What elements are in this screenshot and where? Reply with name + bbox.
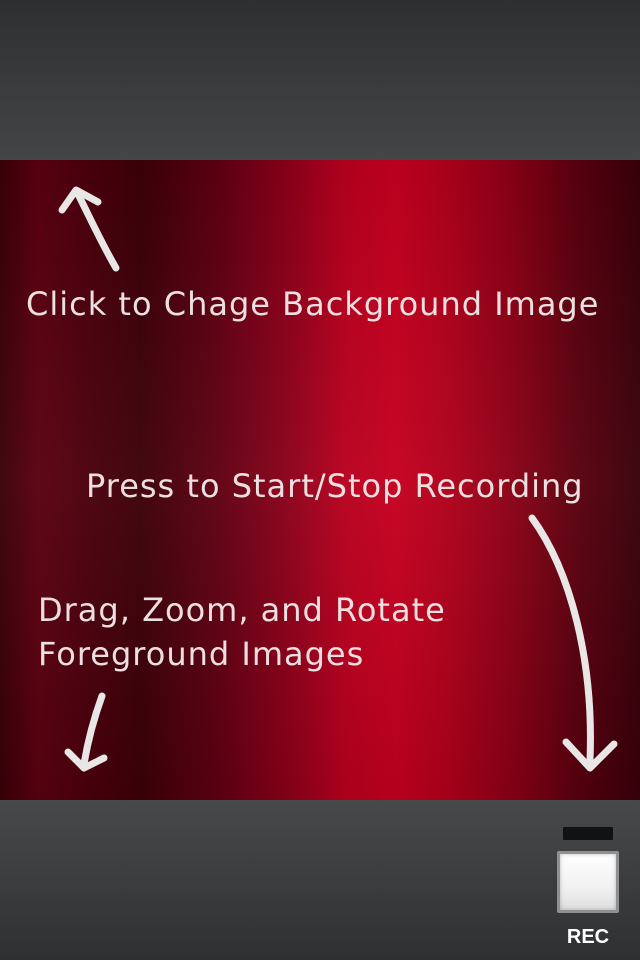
record-button-label: REC bbox=[566, 926, 610, 948]
arrow-down-icon bbox=[528, 514, 618, 772]
recording-status-indicator bbox=[563, 827, 613, 840]
bottom-toolbar bbox=[0, 800, 640, 960]
record-button[interactable] bbox=[557, 851, 619, 913]
arrow-up-icon bbox=[58, 186, 120, 272]
hint-change-background: Click to Chage Background Image bbox=[26, 285, 600, 323]
arrow-down-icon bbox=[64, 692, 108, 772]
top-toolbar bbox=[0, 0, 640, 160]
hint-start-stop-recording: Press to Start/Stop Recording bbox=[86, 467, 584, 505]
background-image-canvas[interactable]: Click to Chage Background Image Press to… bbox=[0, 160, 640, 800]
app-screen: Click to Chage Background Image Press to… bbox=[0, 0, 640, 960]
hint-drag-zoom-rotate: Drag, Zoom, and Rotate Foreground Images bbox=[38, 591, 446, 673]
